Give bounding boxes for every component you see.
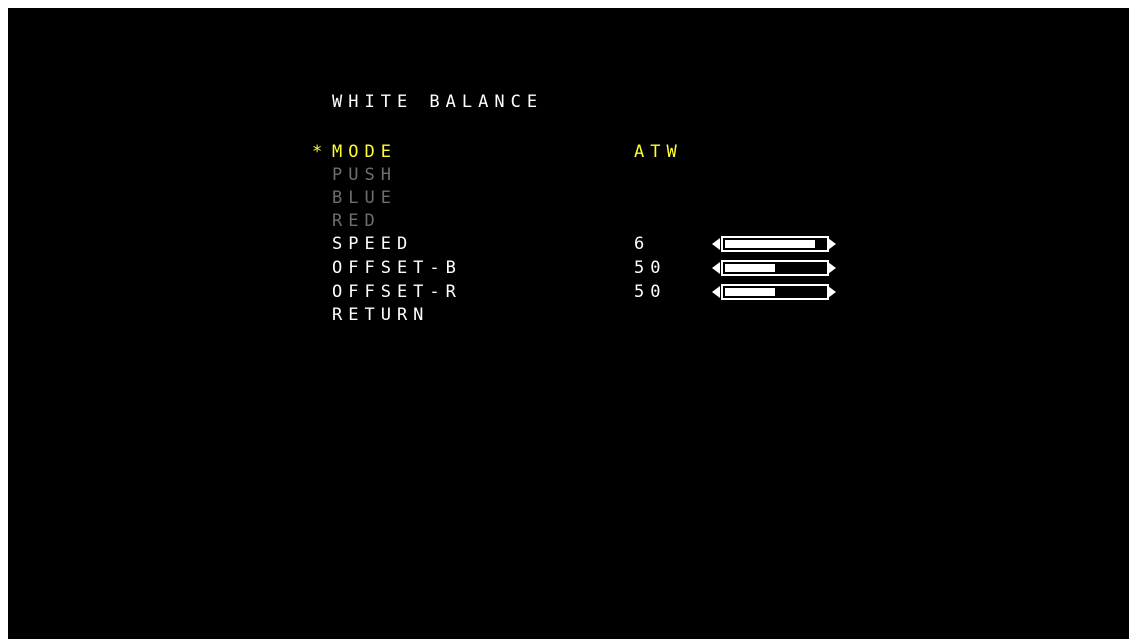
selection-cursor: * [312, 142, 323, 162]
menu-item-red: RED [332, 211, 381, 231]
arrow-right-icon[interactable] [828, 238, 836, 250]
offset-r-slider[interactable] [712, 284, 836, 300]
slider-track [721, 284, 829, 300]
menu-item-return[interactable]: RETURN [332, 305, 429, 325]
slider-fill [725, 288, 775, 296]
offset-r-value: 50 [634, 282, 667, 302]
arrow-right-icon[interactable] [828, 262, 836, 274]
osd-screen: WHITE BALANCE * MODE ATW PUSH BLUE RED S… [8, 8, 1129, 639]
arrow-right-icon[interactable] [828, 286, 836, 298]
menu-item-blue: BLUE [332, 188, 397, 208]
arrow-left-icon[interactable] [712, 262, 720, 274]
speed-value: 6 [634, 234, 651, 254]
menu-item-speed[interactable]: SPEED [332, 234, 413, 254]
menu-item-push: PUSH [332, 165, 397, 185]
slider-fill [725, 240, 815, 248]
slider-track [721, 236, 829, 252]
speed-slider[interactable] [712, 236, 836, 252]
slider-track [721, 260, 829, 276]
slider-fill [725, 264, 775, 272]
mode-value[interactable]: ATW [634, 142, 683, 162]
menu-item-mode[interactable]: MODE [332, 142, 397, 162]
arrow-left-icon[interactable] [712, 238, 720, 250]
arrow-left-icon[interactable] [712, 286, 720, 298]
menu-item-offset-r[interactable]: OFFSET-R [332, 282, 462, 302]
menu-title: WHITE BALANCE [332, 92, 544, 112]
menu-item-offset-b[interactable]: OFFSET-B [332, 258, 462, 278]
offset-b-slider[interactable] [712, 260, 836, 276]
offset-b-value: 50 [634, 258, 667, 278]
